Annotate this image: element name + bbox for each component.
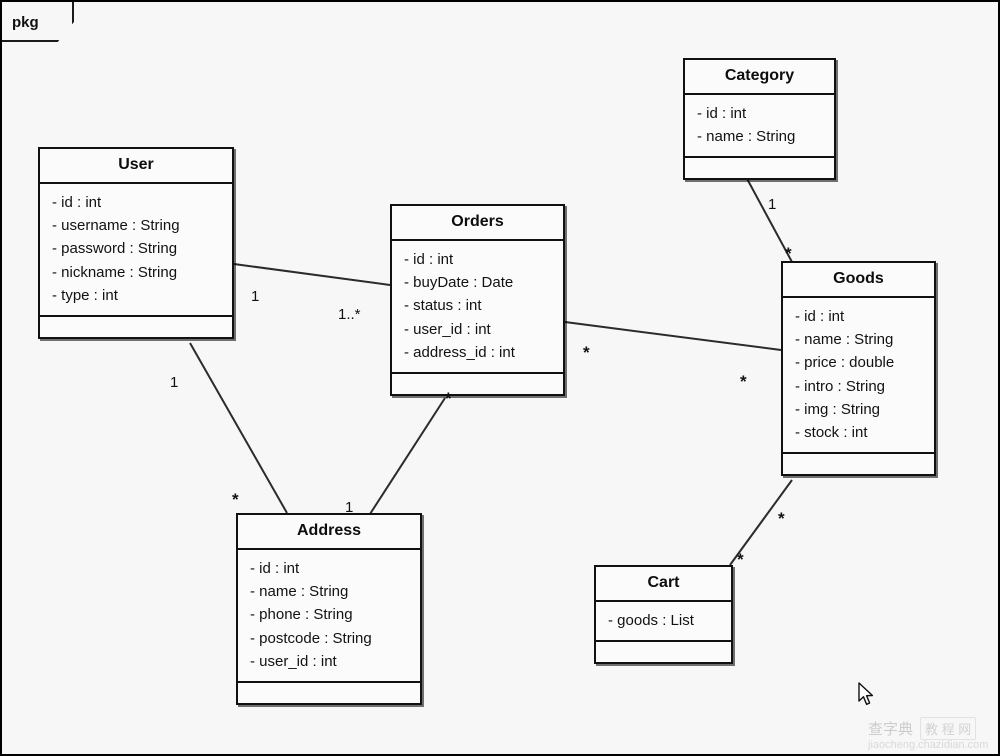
uml-operations-compartment (685, 158, 834, 178)
uml-attributes-compartment: - id : int - name : String (685, 95, 834, 159)
uml-attribute: - id : int (52, 194, 102, 211)
uml-attribute: - id : int (697, 105, 747, 122)
uml-class-orders[interactable]: Orders - id : int - buyDate : Date - sta… (390, 204, 565, 396)
association-line-orders-address (369, 397, 446, 515)
association-line-user-address (189, 342, 288, 514)
uml-attribute: - buyDate : Date (404, 274, 514, 292)
uml-class-cart[interactable]: Cart - goods : List (594, 565, 733, 665)
uml-class-address[interactable]: Address - id : int - name : String - pho… (236, 513, 422, 705)
uml-attribute: - id : int (404, 251, 454, 268)
uml-attribute: - intro : String (795, 377, 886, 395)
association-line-orders-goods (564, 321, 782, 351)
uml-class-category[interactable]: Category - id : int - name : String (683, 58, 836, 181)
multiplicity-user-orders-orders: 1..* (338, 306, 361, 323)
multiplicity-category-goods-goods: * (785, 244, 792, 263)
uml-class-goods[interactable]: Goods - id : int - name : String - price… (781, 261, 936, 477)
uml-operations-compartment (596, 642, 731, 662)
multiplicity-category-goods-category: 1 (768, 196, 777, 213)
multiplicity-orders-address-address: 1 (345, 499, 354, 516)
uml-diagram-canvas: pkg User - id : int - username : String … (0, 0, 1000, 756)
multiplicity-user-address-user: 1 (170, 374, 179, 391)
uml-attributes-compartment: - id : int - name : String - phone : Str… (238, 550, 420, 683)
watermark-badge: 教 程 网 (920, 717, 977, 740)
uml-class-name: Goods (783, 263, 934, 298)
uml-attribute: - username : String (52, 217, 180, 235)
uml-class-user[interactable]: User - id : int - username : String - pa… (38, 147, 234, 339)
multiplicity-user-address-address: * (232, 490, 239, 509)
uml-attributes-compartment: - id : int - username : String - passwor… (40, 184, 232, 317)
uml-operations-compartment (783, 454, 934, 474)
uml-class-name: User (40, 149, 232, 184)
uml-attribute: - nickname : String (52, 263, 178, 281)
multiplicity-goods-cart-goods: * (778, 509, 785, 528)
package-label: pkg (12, 14, 39, 31)
uml-attribute: - stock : int (795, 423, 868, 441)
watermark-cn-text: 查字典 (868, 721, 914, 738)
uml-operations-compartment (238, 683, 420, 703)
uml-attribute: - id : int (795, 308, 845, 325)
uml-attribute: - type : int (52, 286, 118, 304)
multiplicity-orders-goods-orders: * (583, 343, 590, 362)
uml-attribute: - id : int (250, 560, 300, 577)
mouse-cursor-icon (858, 682, 874, 705)
uml-attribute: - name : String (250, 583, 349, 601)
multiplicity-orders-address-orders: * (445, 389, 452, 408)
uml-operations-compartment (392, 374, 563, 394)
uml-class-name: Orders (392, 206, 563, 241)
uml-attribute: - password : String (52, 240, 178, 258)
uml-attributes-compartment: - id : int - buyDate : Date - status : i… (392, 241, 563, 374)
uml-attributes-compartment: - goods : List (596, 602, 731, 643)
uml-attribute: - user_id : int (404, 320, 491, 338)
uml-attribute: - name : String (795, 331, 894, 349)
association-line-user-orders (233, 263, 391, 286)
uml-attribute: - postcode : String (250, 629, 372, 647)
uml-attribute: - name : String (697, 128, 796, 146)
multiplicity-goods-cart-cart: * (737, 550, 744, 569)
uml-attribute: - phone : String (250, 606, 353, 624)
uml-attribute: - price : double (795, 354, 895, 372)
watermark-url: jiaocheng.chazidian.com (868, 739, 989, 751)
multiplicity-orders-goods-goods: * (740, 372, 747, 391)
uml-attribute: - user_id : int (250, 652, 337, 670)
watermark: 查字典 教 程 网 jiaocheng.chazidian.com (868, 717, 996, 754)
uml-class-name: Category (685, 60, 834, 95)
uml-class-name: Cart (596, 567, 731, 602)
uml-attribute: - status : int (404, 297, 482, 315)
uml-attribute: - address_id : int (404, 343, 515, 361)
uml-attributes-compartment: - id : int - name : String - price : dou… (783, 298, 934, 455)
uml-operations-compartment (40, 317, 232, 337)
multiplicity-user-orders-user: 1 (251, 288, 260, 305)
uml-attribute: - goods : List (608, 612, 694, 629)
uml-class-name: Address (238, 515, 420, 550)
uml-attribute: - img : String (795, 400, 881, 418)
